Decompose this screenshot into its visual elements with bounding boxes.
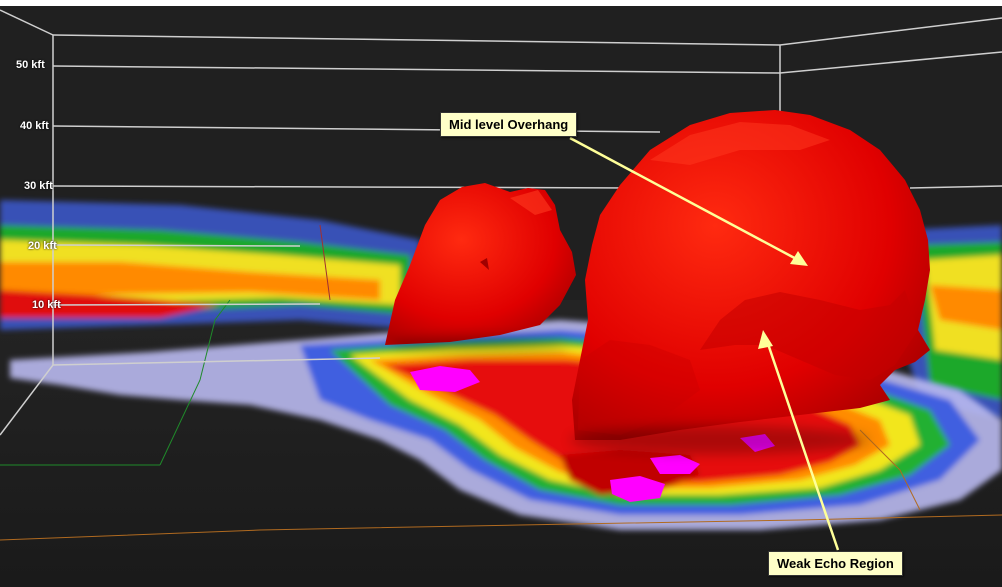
weak-echo-callout: Weak Echo Region: [768, 551, 903, 576]
radar-3d-view: 50 kft 40 kft 30 kft 20 kft 10 kft Mid l…: [0, 0, 1002, 587]
altitude-label-30: 30 kft: [24, 180, 53, 192]
altitude-label-10: 10 kft: [32, 299, 61, 311]
altitude-label-20: 20 kft: [28, 240, 57, 252]
top-border: [0, 0, 1002, 6]
altitude-label-40: 40 kft: [20, 120, 49, 132]
overhang-callout: Mid level Overhang: [440, 112, 578, 137]
radar-scene: [0, 0, 1002, 587]
altitude-label-50: 50 kft: [16, 59, 45, 71]
